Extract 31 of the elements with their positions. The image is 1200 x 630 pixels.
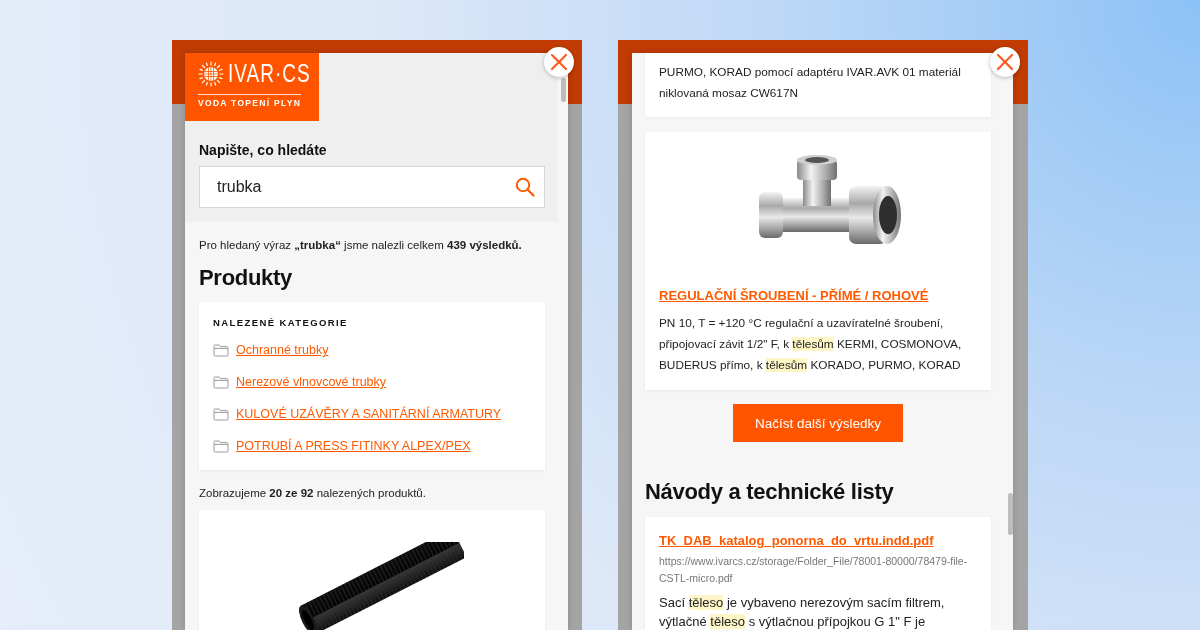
product-description: PN 10, T = +120 °C regulační a uzavíratelné šroubení, připojovací závit 1/2" F, k tělesům KERMI, COSMONOVA, BUDERUS přímo, k tělesům KORADO, PURMO, KORAD [659, 315, 963, 374]
product-description: PURMO, KORAD pomocí adaptéru IVAR.AVK 01 materiál niklovaná mosaz CW617N [659, 64, 962, 102]
category-link[interactable]: Ochranné trubky [236, 342, 329, 358]
folder-icon [213, 407, 229, 421]
globe-sun-icon [198, 61, 224, 87]
scrollbar-thumb[interactable] [561, 78, 566, 102]
products-heading: Produkty [199, 264, 293, 292]
products-summary: Zobrazujeme 20 ze 92 nalezených produktů. [199, 486, 427, 501]
product-title-link[interactable]: REGULAČNÍ ŠROUBENÍ - PŘÍMÉ / ROHOVÉ [659, 287, 929, 305]
categories-title: NALEZENÉ KATEGORIE [213, 316, 349, 330]
category-link[interactable]: POTRUBÍ A PRESS FITINKY ALPEX/PEX [236, 438, 471, 454]
category-link[interactable]: Nerezové vlnovcové trubky [236, 374, 387, 390]
search-label: Napište, co hledáte [199, 141, 328, 159]
documents-heading: Návody a technické listy [645, 478, 895, 506]
close-icon [997, 54, 1013, 70]
load-more-button[interactable]: Načíst další výsledky [733, 404, 903, 442]
document-excerpt: Sací těleso je vybaveno nerezovým sacím filtrem, výtlačné těleso s výtlačnou přípojkou G 1" F je [659, 594, 946, 630]
scrollbar-thumb[interactable] [1008, 493, 1013, 535]
folder-icon [213, 343, 229, 357]
close-icon [551, 54, 567, 70]
logo-wordmark: IVAR·CS [228, 60, 311, 88]
folder-icon [213, 439, 229, 453]
category-link[interactable]: KULOVÉ UZÁVĚRY A SANITÁRNÍ ARMATURY [236, 406, 502, 422]
folder-icon [213, 375, 229, 389]
document-url: https://www.ivarcs.cz/storage/Folder_File/78001-80000/78479-file-CSTL-micro.pdf [659, 554, 969, 586]
document-title-link[interactable]: TK_DAB_katalog_ponorna_do_vrtu.indd.pdf [659, 532, 934, 550]
logo-panel[interactable]: IVAR·CS VODA TOPENÍ PLYN [185, 53, 319, 121]
search-icon[interactable] [515, 177, 535, 197]
logo-tagline: VODA TOPENÍ PLYN [198, 94, 302, 109]
search-field[interactable]: trubka [199, 166, 545, 208]
results-summary: Pro hledaný výraz „trubka“ jsme nalezli celkem 439 výsledků. [199, 238, 523, 253]
